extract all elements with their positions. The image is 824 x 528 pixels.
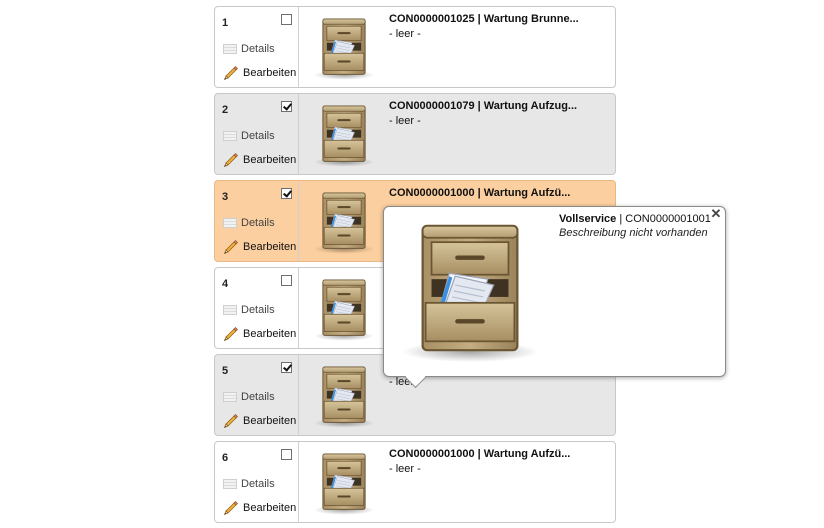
details-link[interactable]: Details xyxy=(223,476,275,492)
contract-subtitle: - leer - xyxy=(389,463,421,475)
file-cabinet-icon[interactable] xyxy=(311,15,377,81)
details-link[interactable]: Details xyxy=(223,215,275,231)
details-label: Details xyxy=(241,478,275,490)
details-link[interactable]: Details xyxy=(223,41,275,57)
details-icon xyxy=(223,44,237,54)
list-item[interactable]: 2 Details Bearbeiten CON0000001079 | War… xyxy=(214,93,616,175)
edit-label: Bearbeiten xyxy=(243,415,297,427)
edit-link[interactable]: Bearbeiten xyxy=(223,326,296,342)
edit-label: Bearbeiten xyxy=(243,241,297,253)
details-label: Details xyxy=(241,130,275,142)
row-controls: 6 Details Bearbeiten xyxy=(215,442,299,522)
row-number: 1 xyxy=(222,17,229,29)
edit-label: Bearbeiten xyxy=(243,67,297,79)
row-number: 6 xyxy=(222,452,229,464)
details-link[interactable]: Details xyxy=(223,389,275,405)
contract-title[interactable]: CON0000001000 | Wartung Aufzü... xyxy=(389,448,570,460)
edit-label: Bearbeiten xyxy=(243,328,297,340)
row-controls: 1 Details Bearbeiten xyxy=(215,7,299,87)
close-icon[interactable]: ✕ xyxy=(710,207,722,220)
details-icon xyxy=(223,305,237,315)
contract-preview-popup: Vollservice | CON0000001001 Beschreibung… xyxy=(383,206,726,389)
file-cabinet-icon[interactable] xyxy=(311,363,377,429)
pencil-icon xyxy=(223,239,239,255)
file-cabinet-icon[interactable] xyxy=(311,102,377,168)
pencil-icon xyxy=(223,326,239,342)
file-cabinet-icon[interactable] xyxy=(311,276,377,342)
row-number: 3 xyxy=(222,191,229,203)
row-controls: 4 Details Bearbeiten xyxy=(215,268,299,348)
popup-service-name: Vollservice xyxy=(559,213,617,225)
popup-title: Vollservice | CON0000001001 xyxy=(559,213,711,225)
edit-label: Bearbeiten xyxy=(243,502,297,514)
row-number: 4 xyxy=(222,278,229,290)
details-label: Details xyxy=(241,217,275,229)
details-link[interactable]: Details xyxy=(223,128,275,144)
contract-title[interactable]: CON0000001000 | Wartung Aufzü... xyxy=(389,187,570,199)
file-cabinet-icon xyxy=(390,217,550,365)
row-controls: 3 Details Bearbeiten xyxy=(215,181,299,261)
pencil-icon xyxy=(223,500,239,516)
row-checkbox[interactable] xyxy=(281,101,292,112)
edit-link[interactable]: Bearbeiten xyxy=(223,65,296,81)
file-cabinet-icon[interactable] xyxy=(311,450,377,516)
edit-label: Bearbeiten xyxy=(243,154,297,166)
row-checkbox[interactable] xyxy=(281,275,292,286)
contract-title[interactable]: CON0000001025 | Wartung Brunne... xyxy=(389,13,579,25)
details-label: Details xyxy=(241,304,275,316)
edit-link[interactable]: Bearbeiten xyxy=(223,239,296,255)
list-item[interactable]: 6 Details Bearbeiten CON0000001000 | War… xyxy=(214,441,616,523)
details-icon xyxy=(223,131,237,141)
edit-link[interactable]: Bearbeiten xyxy=(223,152,296,168)
row-checkbox[interactable] xyxy=(281,188,292,199)
popup-separator: | xyxy=(616,213,626,225)
details-link[interactable]: Details xyxy=(223,302,275,318)
row-controls: 2 Details Bearbeiten xyxy=(215,94,299,174)
row-checkbox[interactable] xyxy=(281,14,292,25)
details-icon xyxy=(223,392,237,402)
details-label: Details xyxy=(241,391,275,403)
row-controls: 5 Details Bearbeiten xyxy=(215,355,299,435)
list-item[interactable]: 1 Details Bearbeiten CON0000001025 | War… xyxy=(214,6,616,88)
pencil-icon xyxy=(223,413,239,429)
edit-link[interactable]: Bearbeiten xyxy=(223,500,296,516)
file-cabinet-icon[interactable] xyxy=(311,189,377,255)
row-number: 2 xyxy=(222,104,229,116)
pencil-icon xyxy=(223,152,239,168)
edit-link[interactable]: Bearbeiten xyxy=(223,413,296,429)
details-icon xyxy=(223,218,237,228)
contract-title[interactable]: CON0000001079 | Wartung Aufzug... xyxy=(389,100,577,112)
details-icon xyxy=(223,479,237,489)
contract-subtitle: - leer - xyxy=(389,115,421,127)
row-number: 5 xyxy=(222,365,229,377)
details-label: Details xyxy=(241,43,275,55)
row-checkbox[interactable] xyxy=(281,449,292,460)
contract-subtitle: - leer - xyxy=(389,28,421,40)
pencil-icon xyxy=(223,65,239,81)
popup-contract-code: CON0000001001 xyxy=(625,213,711,225)
row-checkbox[interactable] xyxy=(281,362,292,373)
popup-description: Beschreibung nicht vorhanden xyxy=(559,227,708,239)
